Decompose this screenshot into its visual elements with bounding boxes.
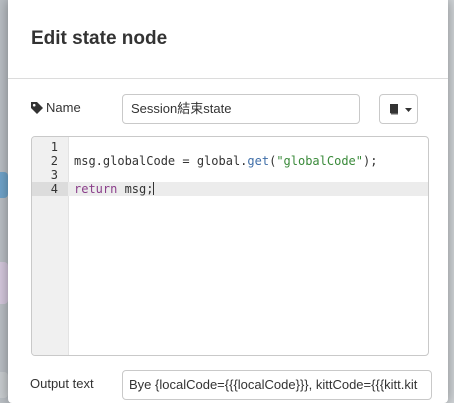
code-text: msg.globalCode = global.get("globalCode"…: [74, 154, 378, 168]
library-button[interactable]: [379, 94, 418, 124]
book-icon: [390, 104, 398, 115]
name-label: Name: [46, 100, 81, 115]
dialog-title: Edit state node: [31, 28, 168, 49]
code-editor[interactable]: 1 2 msg.globalCode = global.get("globalC…: [31, 136, 429, 356]
canvas-node: [0, 262, 8, 304]
line-number: 2: [50, 154, 58, 168]
canvas-node: [0, 372, 8, 398]
output-label: Output text: [30, 376, 94, 391]
code-line: 1: [32, 140, 428, 154]
code-line-active: 4 return msg;: [32, 182, 428, 196]
dialog-header: Edit state node: [8, 0, 448, 79]
output-text-input[interactable]: Bye {localCode={{{localCode}}}, kittCode…: [122, 370, 432, 400]
code-line: 2 msg.globalCode = global.get("globalCod…: [32, 154, 428, 168]
canvas-node: [0, 172, 8, 198]
code-text: return msg;: [74, 182, 155, 196]
tag-icon: [31, 102, 43, 114]
name-input[interactable]: Session結束state: [122, 94, 360, 124]
line-number: 3: [50, 168, 58, 182]
output-row: Output text Bye {localCode={{{localCode}…: [8, 368, 448, 402]
line-number: 1: [50, 140, 58, 154]
name-row: Name Session結束state: [8, 92, 448, 126]
chevron-down-icon: [405, 108, 412, 112]
line-number: 4: [32, 182, 68, 196]
edit-state-node-dialog: Edit state node Name Session結束state 1 2 …: [8, 0, 448, 403]
code-line: 3: [32, 168, 428, 182]
text-cursor: [153, 182, 155, 195]
